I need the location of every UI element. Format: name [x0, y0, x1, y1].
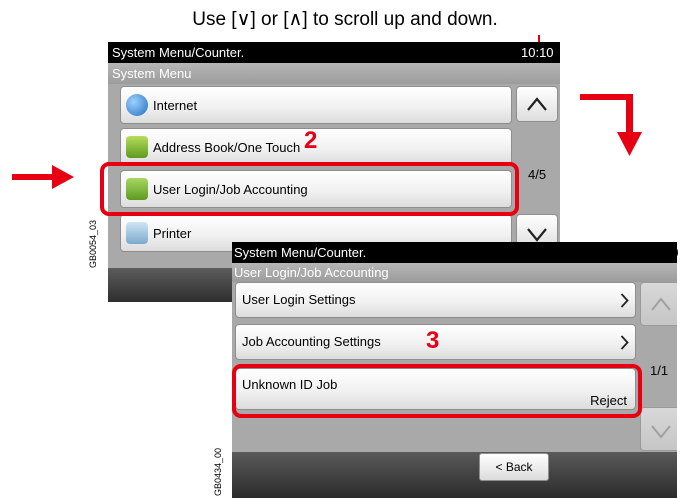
highlight-user-login	[100, 162, 519, 216]
subtitle-bar: User Login/Job Accounting	[232, 263, 677, 282]
bottom-bar	[232, 452, 677, 498]
menu-item-label: Job Accounting Settings	[242, 334, 381, 349]
instruction-text: Use [∨] or [∧] to scroll up and down.	[192, 9, 498, 30]
chevron-right-icon	[620, 293, 629, 308]
page-title: System Menu	[112, 66, 192, 81]
page-indicator: 4/5	[528, 167, 547, 182]
highlight-unknown-id-job	[232, 364, 642, 418]
page-title: User Login/Job Accounting	[234, 265, 389, 280]
chevron-down-icon	[527, 228, 547, 242]
user-login-settings-button[interactable]: User Login Settings	[235, 282, 636, 318]
menu-item-label: Printer	[153, 226, 192, 241]
scroll-up-button[interactable]	[640, 282, 677, 326]
turn-down-arrow-icon	[580, 94, 642, 156]
printer-icon	[126, 222, 148, 244]
chevron-right-icon	[620, 335, 629, 350]
step-number-2: 2	[304, 127, 318, 154]
chevron-up-icon	[651, 297, 671, 311]
menu-item-label: Internet	[153, 98, 198, 113]
left-arrow-icon	[12, 165, 74, 189]
title-bar: System Menu/Counter.	[232, 242, 677, 263]
subtitle-bar: System Menu	[108, 63, 560, 84]
window-title: System Menu/Counter.	[234, 245, 367, 260]
menu-item-internet[interactable]: Internet	[120, 86, 512, 124]
scroll-down-button[interactable]	[640, 407, 677, 451]
chevron-up-icon	[527, 97, 547, 111]
globe-icon	[126, 94, 148, 116]
chevron-down-icon	[651, 425, 671, 439]
window-title: System Menu/Counter.	[112, 45, 245, 60]
menu-item-label: Address Book/One Touch	[153, 140, 301, 155]
figure-code-2: GB0434_00	[213, 447, 223, 496]
clock: 10:10	[646, 245, 679, 260]
scroll-up-button[interactable]	[516, 86, 558, 122]
address-book-icon	[126, 136, 148, 158]
back-button[interactable]: < Back	[479, 453, 549, 481]
step-number-3: 3	[426, 327, 440, 354]
menu-item-label: User Login Settings	[242, 292, 356, 307]
title-bar: System Menu/Counter. 10:10	[108, 42, 560, 63]
figure-code-1: GB0054_03	[88, 219, 98, 268]
page-indicator: 1/1	[650, 363, 669, 378]
clock: 10:10	[521, 45, 554, 60]
